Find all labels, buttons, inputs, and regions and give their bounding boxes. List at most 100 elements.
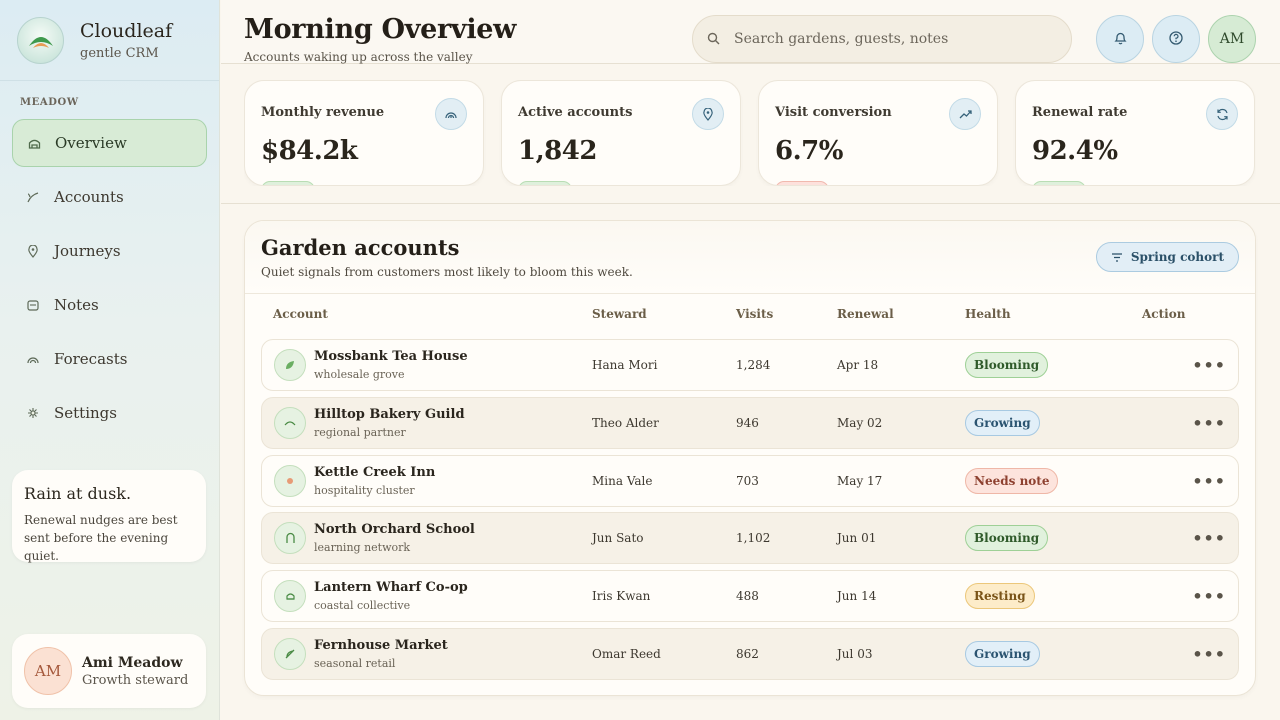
kpi-card-revenue[interactable]: Monthly revenue $84.2k <box>244 80 484 186</box>
kpi-row: Monthly revenue $84.2k Active accounts 1… <box>244 80 1256 186</box>
steward-name: Omar Reed <box>592 647 661 661</box>
sidebar-item-label: Accounts <box>54 188 124 206</box>
avatar: AM <box>24 647 72 695</box>
sidebar-item-label: Journeys <box>54 242 121 260</box>
tip-title: Rain at dusk. <box>24 484 132 503</box>
health-badge: Blooming <box>965 525 1049 551</box>
health-badge: Resting <box>965 583 1035 609</box>
dot-icon <box>274 465 306 497</box>
renewal-date: Jun 14 <box>837 589 877 603</box>
trend-chip <box>518 181 572 185</box>
sidebar-item-notes[interactable]: Notes <box>12 281 207 329</box>
steward-name: Theo Alder <box>592 416 659 430</box>
more-actions-button[interactable]: ••• <box>1192 645 1226 664</box>
visits-count: 703 <box>736 474 759 488</box>
more-actions-button[interactable]: ••• <box>1192 356 1226 375</box>
section-divider <box>221 203 1280 204</box>
sidebar-item-label: Notes <box>54 296 99 314</box>
trend-chip <box>1032 181 1086 185</box>
column-header-account[interactable]: Account <box>273 307 328 321</box>
page-title: Morning Overview <box>244 14 517 45</box>
kpi-card-conversion[interactable]: Visit conversion 6.7% <box>758 80 998 186</box>
user-card[interactable]: AM Ami Meadow Growth steward <box>12 634 206 708</box>
visits-count: 488 <box>736 589 759 603</box>
column-header-health[interactable]: Health <box>965 307 1011 321</box>
account-type: wholesale grove <box>314 368 405 381</box>
sidebar-nav: Overview Accounts Journeys Notes Forecas… <box>12 119 207 443</box>
table-row[interactable]: North Orchard School learning network Ju… <box>261 512 1239 564</box>
account-name[interactable]: Kettle Creek Inn <box>314 465 435 480</box>
sidebar-item-forecasts[interactable]: Forecasts <box>12 335 207 383</box>
sidebar-item-journeys[interactable]: Journeys <box>12 227 207 275</box>
kpi-card-renewal[interactable]: Renewal rate 92.4% <box>1015 80 1255 186</box>
garden-accounts-panel: Garden accounts Quiet signals from custo… <box>244 220 1256 696</box>
arch-icon <box>274 522 306 554</box>
home-icon <box>27 136 41 150</box>
steward-name: Mina Vale <box>592 474 653 488</box>
panel-title: Garden accounts <box>261 235 460 260</box>
avatar[interactable]: AM <box>1208 15 1256 63</box>
search-input[interactable] <box>734 31 1054 47</box>
account-type: learning network <box>314 541 411 554</box>
health-badge: Needs note <box>965 468 1059 494</box>
brand: Cloudleaf gentle CRM <box>0 0 219 81</box>
panel-subtitle: Quiet signals from customers most likely… <box>261 265 633 279</box>
kpi-value: $84.2k <box>261 136 358 166</box>
trend-up-icon <box>949 98 981 130</box>
gear-icon <box>26 406 40 420</box>
kpi-card-accounts[interactable]: Active accounts 1,842 <box>501 80 741 186</box>
account-type: hospitality cluster <box>314 484 415 497</box>
more-actions-button[interactable]: ••• <box>1192 472 1226 491</box>
notifications-button[interactable] <box>1096 15 1144 63</box>
column-header-steward[interactable]: Steward <box>592 307 647 321</box>
sidebar-item-settings[interactable]: Settings <box>12 389 207 437</box>
kpi-value: 1,842 <box>518 136 597 166</box>
leaf-icon <box>274 638 306 670</box>
steward-name: Jun Sato <box>592 531 644 545</box>
map-pin-icon <box>692 98 724 130</box>
table-row[interactable]: Kettle Creek Inn hospitality cluster Min… <box>261 455 1239 507</box>
top-header: Morning Overview Accounts waking up acro… <box>221 0 1280 64</box>
more-actions-button[interactable]: ••• <box>1192 414 1226 433</box>
visits-count: 1,284 <box>736 358 771 372</box>
column-header-renewal[interactable]: Renewal <box>837 307 894 321</box>
rainbow-icon <box>435 98 467 130</box>
table-header: Account Steward Visits Renewal Health Ac… <box>245 307 1255 325</box>
steward-name: Iris Kwan <box>592 589 651 603</box>
account-name[interactable]: North Orchard School <box>314 522 475 537</box>
user-name: Ami Meadow <box>82 654 183 671</box>
more-actions-button[interactable]: ••• <box>1192 529 1226 548</box>
leaf-icon <box>274 349 306 381</box>
account-name[interactable]: Lantern Wharf Co-op <box>314 580 468 595</box>
table-row[interactable]: Mossbank Tea House wholesale grove Hana … <box>261 339 1239 391</box>
refresh-icon <box>1206 98 1238 130</box>
kpi-value: 92.4% <box>1032 136 1118 166</box>
hill-icon <box>274 407 306 439</box>
account-name[interactable]: Fernhouse Market <box>314 638 448 653</box>
sidebar: Cloudleaf gentle CRM MEADOW Overview Acc… <box>0 0 220 720</box>
search-bar[interactable] <box>692 15 1072 63</box>
visits-count: 1,102 <box>736 531 771 545</box>
more-actions-button[interactable]: ••• <box>1192 587 1226 606</box>
table-row[interactable]: Lantern Wharf Co-op coastal collective I… <box>261 570 1239 622</box>
sidebar-item-label: Settings <box>54 404 117 422</box>
cloudleaf-logo-icon[interactable] <box>17 16 64 64</box>
sidebar-item-accounts[interactable]: Accounts <box>12 173 207 221</box>
renewal-date: Jul 03 <box>837 647 873 661</box>
visits-count: 862 <box>736 647 759 661</box>
help-button[interactable] <box>1152 15 1200 63</box>
renewal-date: May 02 <box>837 416 883 430</box>
brand-name: Cloudleaf <box>80 19 173 42</box>
column-header-visits[interactable]: Visits <box>736 307 773 321</box>
account-name[interactable]: Hilltop Bakery Guild <box>314 407 465 422</box>
bell-icon <box>1113 30 1127 49</box>
renewal-date: Apr 18 <box>837 358 879 372</box>
trend-chip <box>775 181 829 185</box>
table-row[interactable]: Hilltop Bakery Guild regional partner Th… <box>261 397 1239 449</box>
trend-chip <box>261 181 315 185</box>
sidebar-item-label: Forecasts <box>54 350 128 368</box>
cohort-filter-button[interactable]: Spring cohort <box>1095 242 1239 272</box>
account-name[interactable]: Mossbank Tea House <box>314 349 468 364</box>
table-row[interactable]: Fernhouse Market seasonal retail Omar Re… <box>261 628 1239 680</box>
sidebar-item-overview[interactable]: Overview <box>12 119 207 167</box>
